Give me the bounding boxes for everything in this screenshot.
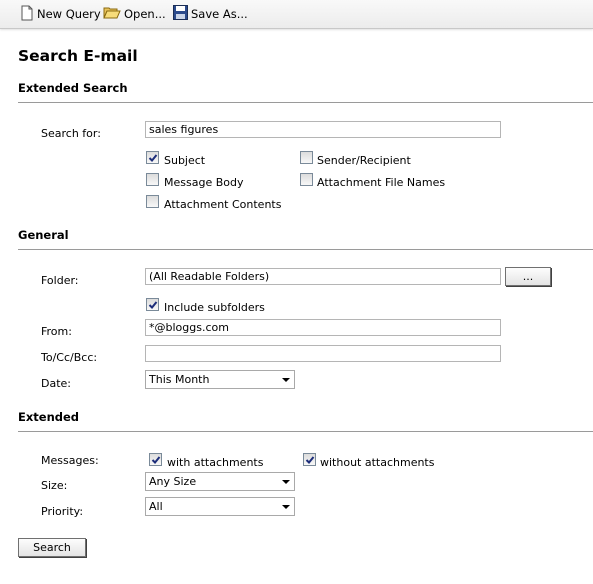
open-button[interactable]: Open... bbox=[103, 5, 166, 23]
save-disk-icon bbox=[173, 5, 191, 23]
with-attachments-label: with attachments bbox=[167, 456, 264, 469]
extended-search-heading: Extended Search bbox=[18, 81, 128, 95]
save-as-button[interactable]: Save As... bbox=[173, 5, 248, 23]
browse-folder-button[interactable]: ... bbox=[505, 267, 551, 286]
with-attachments-checkbox[interactable] bbox=[149, 453, 162, 466]
subject-label: Subject bbox=[164, 154, 206, 167]
include-subfolders-checkbox[interactable] bbox=[146, 298, 159, 311]
message-body-label: Message Body bbox=[164, 176, 244, 189]
date-label: Date: bbox=[41, 377, 71, 390]
open-label: Open... bbox=[124, 7, 166, 21]
folder-label: Folder: bbox=[41, 274, 79, 287]
section-divider bbox=[18, 249, 593, 250]
attachment-file-names-checkbox[interactable] bbox=[300, 173, 313, 186]
save-as-label: Save As... bbox=[191, 7, 248, 21]
size-select-value: Any Size bbox=[149, 475, 197, 488]
message-body-checkbox[interactable] bbox=[146, 173, 159, 186]
priority-select[interactable]: All bbox=[145, 497, 295, 516]
section-divider bbox=[18, 102, 593, 103]
search-button[interactable]: Search bbox=[18, 538, 86, 557]
search-for-input[interactable] bbox=[145, 121, 501, 138]
attachment-file-names-label: Attachment File Names bbox=[317, 176, 446, 189]
checkmark-icon bbox=[151, 456, 161, 464]
chevron-down-icon bbox=[282, 378, 290, 382]
sender-recipient-label: Sender/Recipient bbox=[317, 154, 411, 167]
priority-label: Priority: bbox=[41, 505, 84, 518]
folder-input[interactable] bbox=[145, 268, 501, 285]
new-query-label: New Query bbox=[37, 7, 101, 21]
from-input[interactable] bbox=[145, 319, 501, 336]
to-cc-bcc-label: To/Cc/Bcc: bbox=[41, 351, 98, 364]
messages-label: Messages: bbox=[41, 454, 99, 467]
checkmark-icon bbox=[305, 456, 315, 464]
toolbar: New Query Open... Save As... bbox=[0, 0, 593, 29]
without-attachments-checkbox[interactable] bbox=[303, 453, 316, 466]
new-document-icon bbox=[20, 5, 37, 24]
checkmark-icon bbox=[148, 301, 158, 309]
sender-recipient-checkbox[interactable] bbox=[300, 151, 313, 164]
chevron-down-icon bbox=[282, 480, 290, 484]
date-select[interactable]: This Month bbox=[145, 370, 295, 389]
section-divider bbox=[18, 431, 593, 432]
priority-select-value: All bbox=[149, 500, 163, 513]
page-title: Search E-mail bbox=[18, 47, 138, 65]
new-query-button[interactable]: New Query bbox=[20, 5, 101, 23]
attachment-contents-label: Attachment Contents bbox=[164, 198, 282, 211]
general-heading: General bbox=[18, 228, 69, 242]
chevron-down-icon bbox=[282, 505, 290, 509]
attachment-contents-checkbox[interactable] bbox=[146, 195, 159, 208]
size-label: Size: bbox=[41, 479, 68, 492]
without-attachments-label: without attachments bbox=[320, 456, 435, 469]
subject-checkbox[interactable] bbox=[146, 151, 159, 164]
search-for-label: Search for: bbox=[41, 127, 101, 140]
checkmark-icon bbox=[148, 154, 158, 162]
include-subfolders-label: Include subfolders bbox=[164, 301, 265, 314]
extended-heading: Extended bbox=[18, 410, 80, 424]
from-label: From: bbox=[41, 325, 72, 338]
size-select[interactable]: Any Size bbox=[145, 472, 295, 491]
folder-open-icon bbox=[103, 5, 124, 23]
date-select-value: This Month bbox=[149, 373, 210, 386]
to-cc-bcc-input[interactable] bbox=[145, 345, 501, 362]
